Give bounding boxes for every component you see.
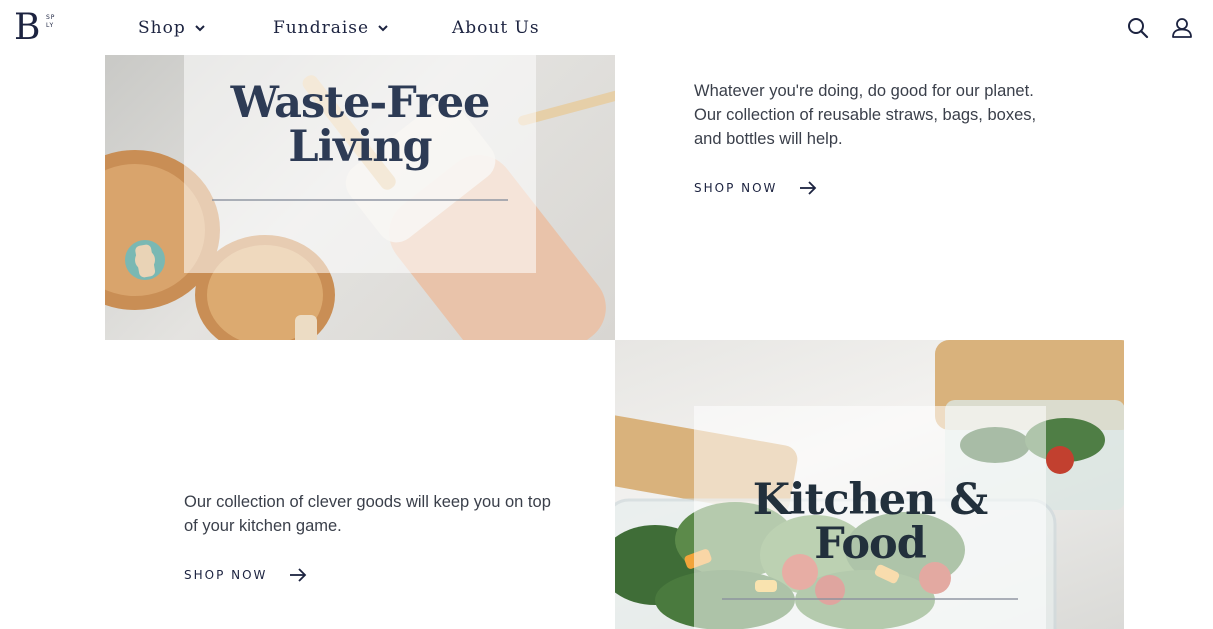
chevron-down-icon xyxy=(195,25,205,32)
nav-item-about-us[interactable]: About Us xyxy=(452,18,540,38)
logo-small-top: SP xyxy=(46,14,56,21)
site-header: B SP LY Shop Fundraise About Us xyxy=(0,0,1213,55)
shop-now-label: SHOP NOW xyxy=(694,181,778,195)
waste-free-overlay: Waste-Free Living xyxy=(184,55,536,273)
waste-free-shop-now-link[interactable]: SHOP NOW xyxy=(694,181,817,195)
chevron-down-icon xyxy=(378,25,388,32)
nav-item-label: Shop xyxy=(138,18,186,38)
kitchen-title-line1: Kitchen & xyxy=(752,475,988,525)
kitchen-shop-now-link[interactable]: SHOP NOW xyxy=(184,568,307,582)
brand-logo[interactable]: B SP LY xyxy=(14,10,74,46)
kitchen-food-image[interactable]: Kitchen & Food xyxy=(615,340,1124,629)
kitchen-title-line2: Food xyxy=(814,519,927,569)
nav-item-label: Fundraise xyxy=(273,18,370,38)
arrow-right-icon xyxy=(800,181,817,195)
user-icon[interactable] xyxy=(1170,16,1194,40)
kitchen-food-overlay: Kitchen & Food xyxy=(694,406,1046,629)
nav-item-fundraise[interactable]: Fundraise xyxy=(273,18,389,38)
waste-free-image[interactable]: Waste-Free Living xyxy=(105,55,615,340)
waste-free-description: Whatever you're doing, do good for our p… xyxy=(694,82,1037,148)
waste-free-title-line2: Living xyxy=(288,122,432,172)
nav-item-label: About Us xyxy=(452,18,540,38)
logo-small-text: SP LY xyxy=(46,14,60,30)
waste-free-title-line1: Waste-Free xyxy=(230,78,491,128)
arrow-right-icon xyxy=(290,568,307,582)
shop-now-label: SHOP NOW xyxy=(184,568,268,582)
logo-small-bottom: LY xyxy=(46,22,55,29)
title-divider xyxy=(722,598,1018,600)
search-icon[interactable] xyxy=(1126,16,1150,40)
logo-letter: B xyxy=(14,7,41,48)
kitchen-description: Our collection of clever goods will keep… xyxy=(184,493,551,535)
title-divider xyxy=(212,199,508,201)
nav-item-shop[interactable]: Shop xyxy=(138,18,206,38)
